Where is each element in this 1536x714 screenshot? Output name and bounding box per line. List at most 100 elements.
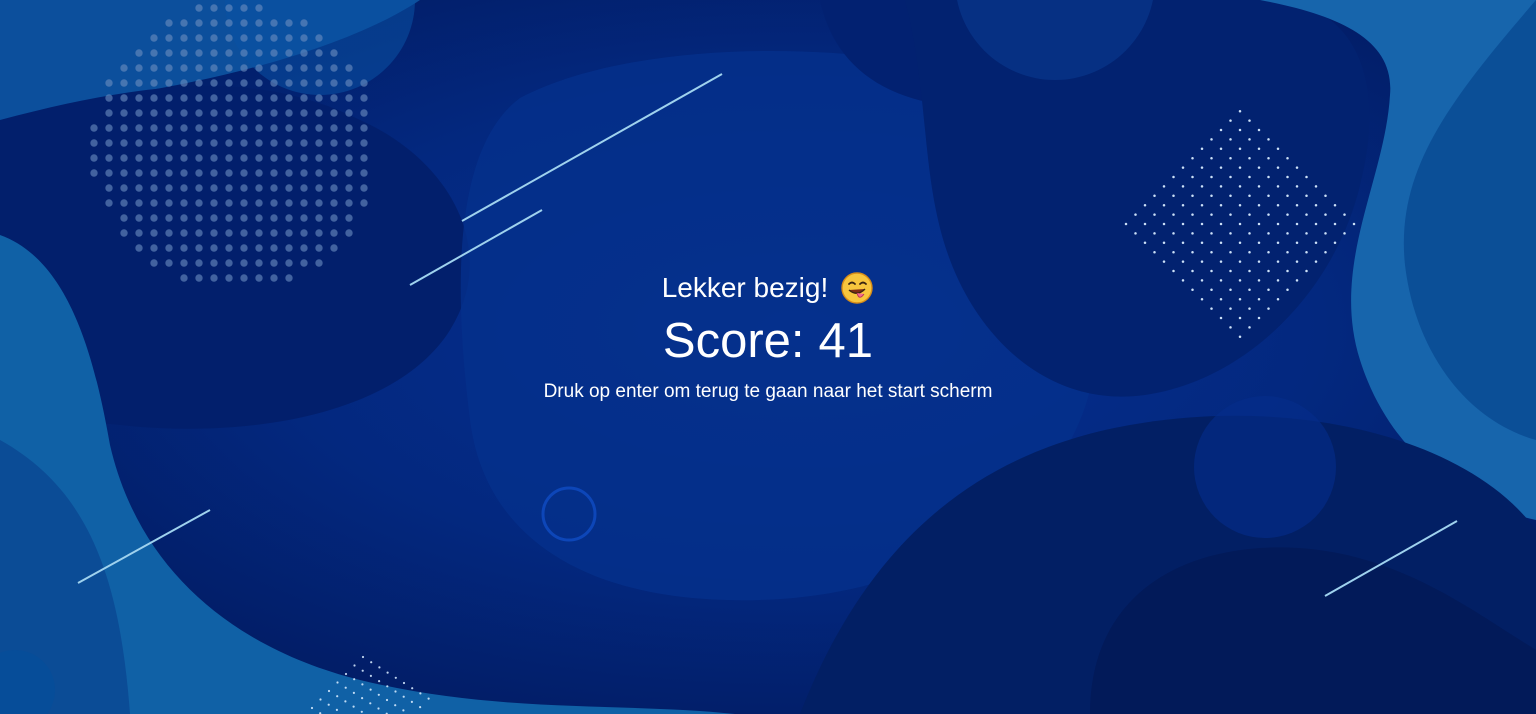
decorative-dot [240,79,248,87]
decorative-dot [240,124,248,132]
decorative-dot [1134,232,1137,235]
decorative-dot [165,199,173,207]
decorative-dot [300,184,308,192]
decorative-dot [369,674,372,678]
decorative-dot [255,109,263,117]
decorative-dot [1143,222,1147,226]
decorative-dot [210,229,218,237]
decorative-dot [361,697,364,700]
decorative-dot [135,154,143,162]
decorative-dot [240,139,248,147]
decorative-dot [255,169,263,177]
decorative-dot [255,199,263,207]
decorative-dot [1352,222,1356,226]
decorative-dot [369,702,372,705]
decorative-dot [330,229,338,237]
decorative-dot [285,244,293,252]
decorative-dot [1238,222,1242,226]
decorative-dot [135,94,143,102]
decorative-dot [345,154,353,162]
decorative-dot [195,184,203,192]
decorative-dot [344,672,348,676]
decorative-dot [1295,185,1299,188]
decorative-dot [165,214,173,222]
decorative-dot [180,184,188,192]
decorative-dot [344,686,347,689]
decorative-dot [335,708,338,712]
decorative-dot [1143,203,1147,207]
decorative-dot [1248,250,1251,254]
decorative-dot [285,94,293,102]
decorative-dot [1276,147,1280,151]
decorative-dot [150,79,158,87]
decorative-dot [1248,138,1251,141]
decorative-dot [165,259,173,267]
decorative-dot [105,169,113,177]
decorative-dot [330,124,338,132]
decorative-dot [135,244,143,252]
decorative-dot [270,214,278,222]
decorative-dot [1276,185,1280,188]
decorative-dot [330,244,338,252]
decorative-dot [1153,213,1156,216]
decorative-dot [150,214,158,222]
decorative-dot [1267,175,1270,179]
decorative-dot [1181,260,1185,263]
decorative-dot [1210,232,1213,235]
decorative-dot [330,64,338,72]
decorative-dot [105,124,113,132]
decorative-dot [1162,203,1166,207]
decorative-dot [180,169,188,177]
result-message: Lekker bezig! [661,272,829,303]
decorative-dot [1314,203,1318,207]
decorative-dot [165,244,173,252]
decorative-dot [180,244,188,252]
decorative-dot [1333,241,1337,245]
decorative-dot [225,154,233,162]
decorative-dot [1343,232,1346,235]
decorative-dot [360,109,368,117]
decorative-dot [402,709,405,712]
decorative-dot [105,139,113,147]
decorative-dot [1162,222,1166,226]
decorative-dot [225,49,233,57]
decorative-dot [1248,213,1251,216]
decorative-dot [240,49,248,57]
decorative-dot [285,79,293,87]
decorative-dot [330,94,338,102]
decorative-dot [225,64,233,72]
decorative-dot [195,124,203,132]
decorative-dot [1314,222,1318,226]
decorative-dot [1295,203,1299,207]
decorative-dot [135,184,143,192]
decorative-dot [319,698,322,701]
decorative-dot [330,139,338,147]
decorative-dot [300,169,308,177]
decorative-dot [105,79,113,87]
decorative-dot [165,229,173,237]
decorative-dot [255,214,263,222]
decorative-dot [120,154,128,162]
decorative-dot [1219,166,1223,169]
decorative-dot [419,706,422,709]
decorative-dot [150,259,158,267]
decorative-dot [195,109,203,117]
decorative-dot [105,109,113,117]
decorative-dot [1200,241,1204,245]
decorative-dot [135,169,143,177]
decorative-dot [1229,175,1232,179]
decorative-dot [361,655,365,659]
decorative-dot [1286,175,1289,179]
decorative-dot [150,64,158,72]
decorative-dot [255,4,263,12]
decorative-dot [1324,213,1327,216]
decorative-dot [225,4,233,12]
decorative-dot [330,199,338,207]
decorative-dot [360,184,368,192]
decorative-dot [360,94,368,102]
decorative-dot [225,94,233,102]
decorative-dot [1248,232,1251,235]
decorative-dot [120,64,128,72]
decorative-dot [255,19,263,27]
decorative-dot [1257,203,1261,207]
